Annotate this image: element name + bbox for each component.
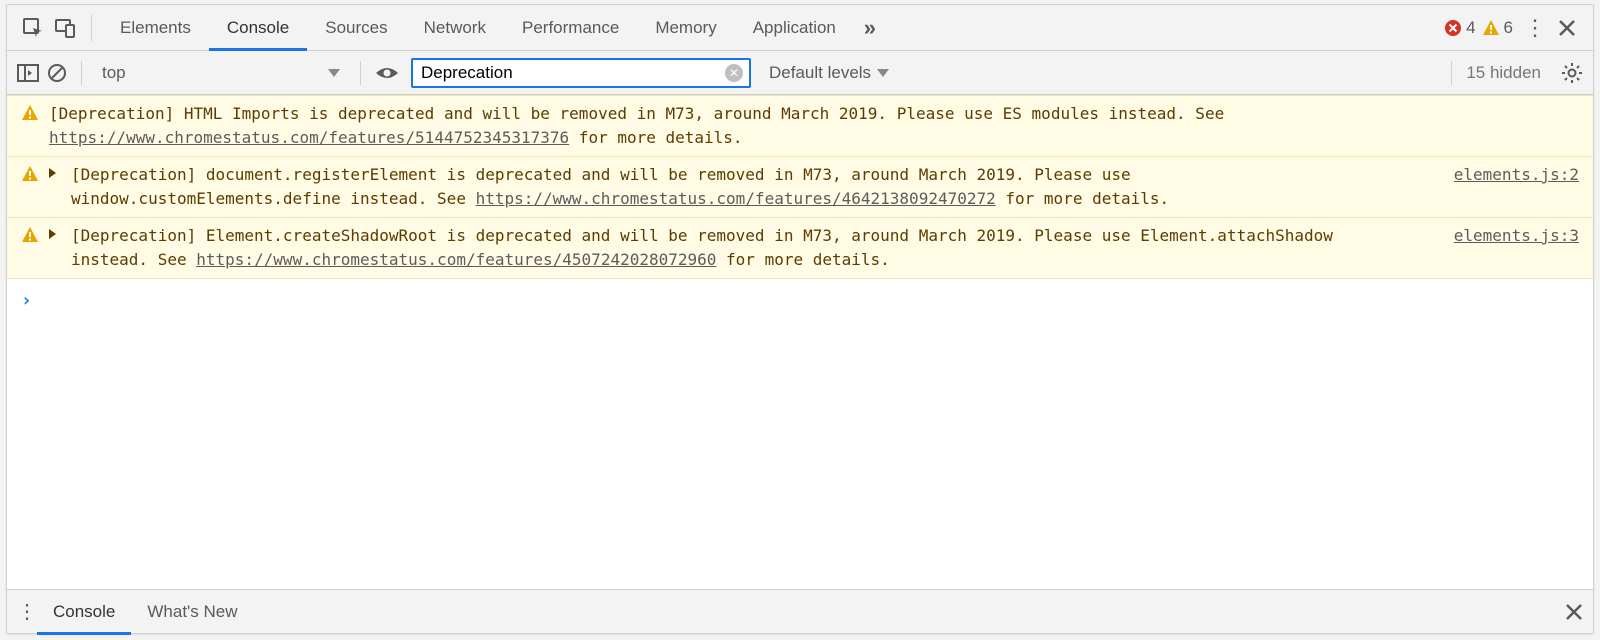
device-toolbar-icon[interactable]	[49, 12, 81, 44]
message-source-link[interactable]: elements.js:2	[1454, 165, 1579, 184]
expand-toggle-icon[interactable]	[49, 163, 63, 211]
console-prompt[interactable]: ›	[7, 279, 1593, 322]
clear-console-icon[interactable]	[47, 63, 67, 83]
devtools-tabstrip: Elements Console Sources Network Perform…	[7, 5, 1593, 51]
hidden-messages-count[interactable]: 15 hidden	[1466, 63, 1541, 83]
tab-performance[interactable]: Performance	[504, 6, 637, 50]
tab-label: Performance	[522, 18, 619, 38]
live-expression-icon[interactable]	[375, 65, 403, 81]
tab-elements[interactable]: Elements	[102, 6, 209, 50]
drawer-tab-label: Console	[53, 602, 115, 622]
drawer-tab-whats-new[interactable]: What's New	[131, 590, 253, 634]
warning-icon	[21, 163, 41, 211]
levels-label: Default levels	[769, 63, 871, 83]
console-messages: [Deprecation] HTML Imports is deprecated…	[7, 95, 1593, 589]
kebab-menu-icon[interactable]: ⋮	[1519, 12, 1551, 44]
warning-icon	[21, 102, 41, 150]
clear-filter-icon[interactable]: ✕	[725, 64, 743, 82]
drawer-kebab-icon[interactable]: ⋮	[17, 599, 37, 624]
close-devtools-icon[interactable]	[1551, 12, 1583, 44]
toggle-sidebar-icon[interactable]	[17, 63, 39, 83]
console-settings-icon[interactable]	[1561, 62, 1583, 84]
message-source-link[interactable]: elements.js:3	[1454, 226, 1579, 245]
expand-toggle-icon[interactable]	[49, 224, 63, 272]
tab-label: Elements	[120, 18, 191, 38]
chevron-down-icon	[328, 69, 340, 77]
tab-memory[interactable]: Memory	[637, 6, 734, 50]
message-text: [Deprecation] HTML Imports is deprecated…	[49, 102, 1579, 150]
filter-text-field[interactable]	[419, 62, 725, 84]
tab-sources[interactable]: Sources	[307, 6, 405, 50]
devtools-drawer: ⋮ Console What's New	[7, 589, 1593, 633]
console-warning-row[interactable]: [Deprecation] HTML Imports is deprecated…	[7, 95, 1593, 157]
tab-network[interactable]: Network	[406, 6, 504, 50]
prompt-glyph: ›	[21, 290, 32, 311]
tab-label: Application	[753, 18, 836, 38]
tab-console[interactable]: Console	[209, 6, 307, 50]
message-link[interactable]: https://www.chromestatus.com/features/51…	[49, 128, 569, 147]
console-warning-row[interactable]: [Deprecation] Element.createShadowRoot i…	[7, 217, 1593, 279]
tab-label: Memory	[655, 18, 716, 38]
close-drawer-icon[interactable]	[1565, 603, 1583, 621]
tab-label: Console	[227, 18, 289, 38]
tab-label: Sources	[325, 18, 387, 38]
drawer-tab-label: What's New	[147, 602, 237, 622]
inspect-element-icon[interactable]	[17, 12, 49, 44]
chevron-down-icon	[877, 69, 889, 77]
console-toolbar: top ✕ Default levels 15 hidden	[7, 51, 1593, 95]
log-levels-selector[interactable]: Default levels	[769, 63, 889, 83]
message-link[interactable]: https://www.chromestatus.com/features/46…	[476, 189, 996, 208]
tab-label: Network	[424, 18, 486, 38]
console-warning-row[interactable]: [Deprecation] document.registerElement i…	[7, 156, 1593, 218]
execution-context-selector[interactable]: top	[96, 63, 346, 83]
more-tabs-icon[interactable]: »	[854, 12, 886, 44]
message-text: [Deprecation] document.registerElement i…	[71, 163, 1401, 211]
tab-application[interactable]: Application	[735, 6, 854, 50]
error-badge[interactable]: 4	[1444, 18, 1475, 38]
console-filter-input[interactable]: ✕	[411, 58, 751, 88]
drawer-tab-console[interactable]: Console	[37, 590, 131, 634]
message-link[interactable]: https://www.chromestatus.com/features/45…	[196, 250, 716, 269]
warning-icon	[21, 224, 41, 272]
warning-badge[interactable]: 6	[1482, 18, 1513, 38]
context-label: top	[102, 63, 126, 83]
error-count: 4	[1466, 18, 1475, 38]
warning-count: 6	[1504, 18, 1513, 38]
message-text: [Deprecation] Element.createShadowRoot i…	[71, 224, 1401, 272]
